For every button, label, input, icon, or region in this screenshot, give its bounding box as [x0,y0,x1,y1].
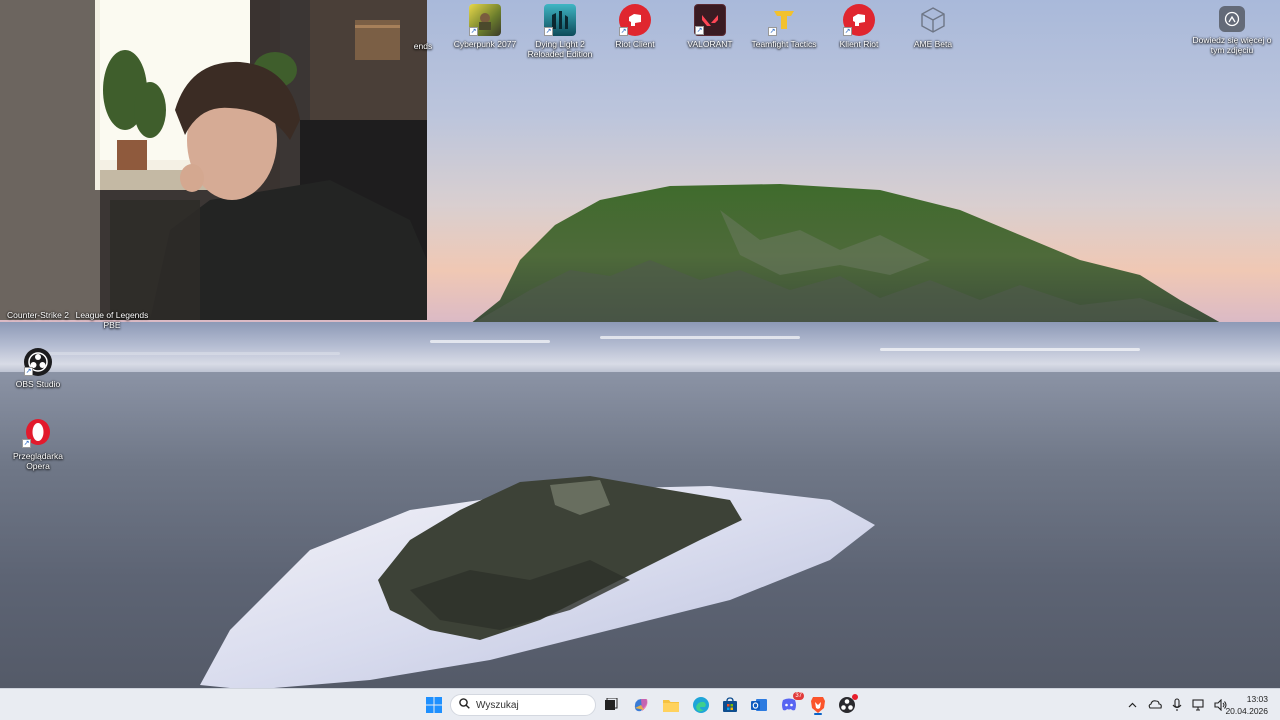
active-indicator [814,713,822,715]
clock[interactable]: 13:03 20.04.2026 [1225,693,1268,717]
desktop-icon-label: Counter-Strike 2 [7,310,69,320]
webcam-feed [0,0,427,320]
desktop-icon-label: Riot Client [615,39,655,49]
network-icon[interactable] [1188,699,1210,711]
desktop-icon-dying-light[interactable]: ↗ Dying Light 2 Reloaded Edition [522,4,598,59]
desktop-icon-league[interactable]: ends [398,6,448,51]
taskbar-search[interactable] [450,694,596,716]
start-icon[interactable] [423,694,445,716]
obs-icon: ↗ [24,348,52,376]
store-icon[interactable] [719,694,741,716]
desktop-icon-riot-client[interactable]: ↗ Riot Client [597,4,673,49]
recording-dot [852,694,858,700]
desktop-icon-label: AME Beta [913,39,953,49]
desktop-icon-label: Cyberpunk 2077 [453,39,517,49]
desktop-icon-label: Dying Light 2 Reloaded Edition [527,39,593,59]
desktop-icon-opera[interactable]: ↗ Przeglądarka Opera [0,416,76,471]
desktop-icon-klient-riot[interactable]: ↗ Klient Riot [821,4,897,49]
desktop-icon-counter-strike[interactable]: Counter-Strike 2 [0,310,76,320]
taskbar: 37 13:03 20.04.2026 [0,688,1280,720]
cyberpunk-icon: ↗ [469,4,501,36]
spotlight-learn-more[interactable]: Dowiedz się więcej o tym zdjęciu [1190,6,1274,55]
desktop-icon-label: VALORANT [687,39,733,49]
microphone-icon[interactable] [1166,698,1188,712]
search-icon [459,696,470,714]
desktop-icon-label: ends [413,41,433,51]
desktop-icon-label: Przeglądarka Opera [12,451,64,471]
desktop-icon-label: League of Legends PBE [75,310,149,330]
brave-icon[interactable] [807,694,829,716]
desktop-icon-valorant[interactable]: ↗ VALORANT [672,4,748,49]
chevron-up-icon[interactable] [1124,702,1140,708]
system-tray [1124,689,1232,720]
outlook-icon[interactable] [748,694,770,716]
spotlight-label: Dowiedz się więcej o tym zdjęciu [1192,35,1272,55]
desktop-icon-label: Teamfight Tactics [751,39,817,49]
dying-light-icon: ↗ [544,4,576,36]
klient-riot-icon: ↗ [843,4,875,36]
valorant-icon: ↗ [694,4,726,36]
discord-icon[interactable]: 37 [778,692,804,716]
wallpaper-rock [378,476,742,640]
webcam-overlay [0,0,427,320]
desktop-icon-obs[interactable]: ↗ OBS Studio [0,348,76,389]
camera-info-icon [1219,6,1245,32]
teamfight-tactics-icon: ↗ [768,4,800,36]
onedrive-icon[interactable] [1144,699,1166,711]
copilot-icon[interactable] [630,694,652,716]
search-input[interactable] [476,699,586,711]
wallpaper-island [465,184,1230,328]
ame-beta-icon [917,4,949,36]
clock-date: 20.04.2026 [1225,706,1268,716]
desktop-background: ends ↗ Cyberpunk 2077 ↗ Dying Light 2 Re… [0,0,1280,688]
opera-icon: ↗ [22,416,54,448]
desktop-icon-label: OBS Studio [15,379,61,389]
obs-taskbar-icon[interactable] [836,694,858,716]
riot-client-icon: ↗ [619,4,651,36]
desktop-icon-ame-beta[interactable]: AME Beta [895,4,971,49]
desktop-icon-label: Klient Riot [839,39,879,49]
desktop-icon-cyberpunk[interactable]: ↗ Cyberpunk 2077 [447,4,523,49]
edge-icon[interactable] [690,694,712,716]
desktop-icon-league-pbe[interactable]: League of Legends PBE [72,310,152,330]
file-explorer-icon[interactable] [660,694,682,716]
task-view-icon[interactable] [600,694,622,716]
clock-time: 13:03 [1246,694,1268,704]
desktop-icon-tft[interactable]: ↗ Teamfight Tactics [746,4,822,49]
discord-badge: 37 [793,692,804,700]
